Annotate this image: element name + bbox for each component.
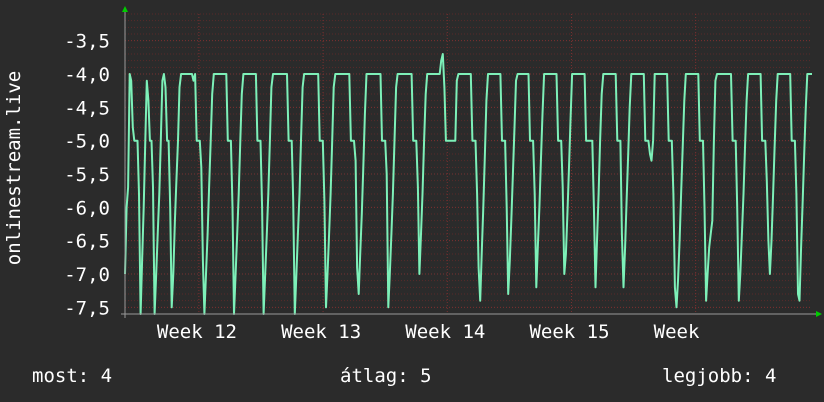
x-tick-label: Week 14 <box>405 321 485 343</box>
legend-current: most: 4 <box>32 365 112 387</box>
chart: -3,5 -4,0 -4,5 -5,0 -5,5 -6,0 -6,5 -7,0 -7,5 Wee… <box>0 0 824 402</box>
y-tick-label: -7,0 <box>64 264 110 286</box>
x-tick-label: Week <box>654 321 700 343</box>
y-tick-label: -5,5 <box>64 164 110 186</box>
y-tick-label: -3,5 <box>64 31 110 53</box>
legend-max: legjobb: 4 <box>662 365 776 387</box>
y-axis-ticks: -3,5 -4,0 -4,5 -5,0 -5,5 -6,0 -6,5 -7,0 -7,5 <box>64 31 110 320</box>
legend-average: átlag: 5 <box>340 365 432 387</box>
y-tick-label: -4,0 <box>64 64 110 86</box>
y-tick-label: -5,0 <box>64 131 110 153</box>
x-tick-label: Week 13 <box>281 321 361 343</box>
y-axis-label: onlinestream.live <box>3 71 25 265</box>
y-tick-label: -6,5 <box>64 231 110 253</box>
y-tick-label: -7,5 <box>64 297 110 319</box>
x-tick-label: Week 15 <box>529 321 609 343</box>
x-tick-label: Week 12 <box>157 321 237 343</box>
y-tick-label: -6,0 <box>64 197 110 219</box>
y-tick-label: -4,5 <box>64 97 110 119</box>
